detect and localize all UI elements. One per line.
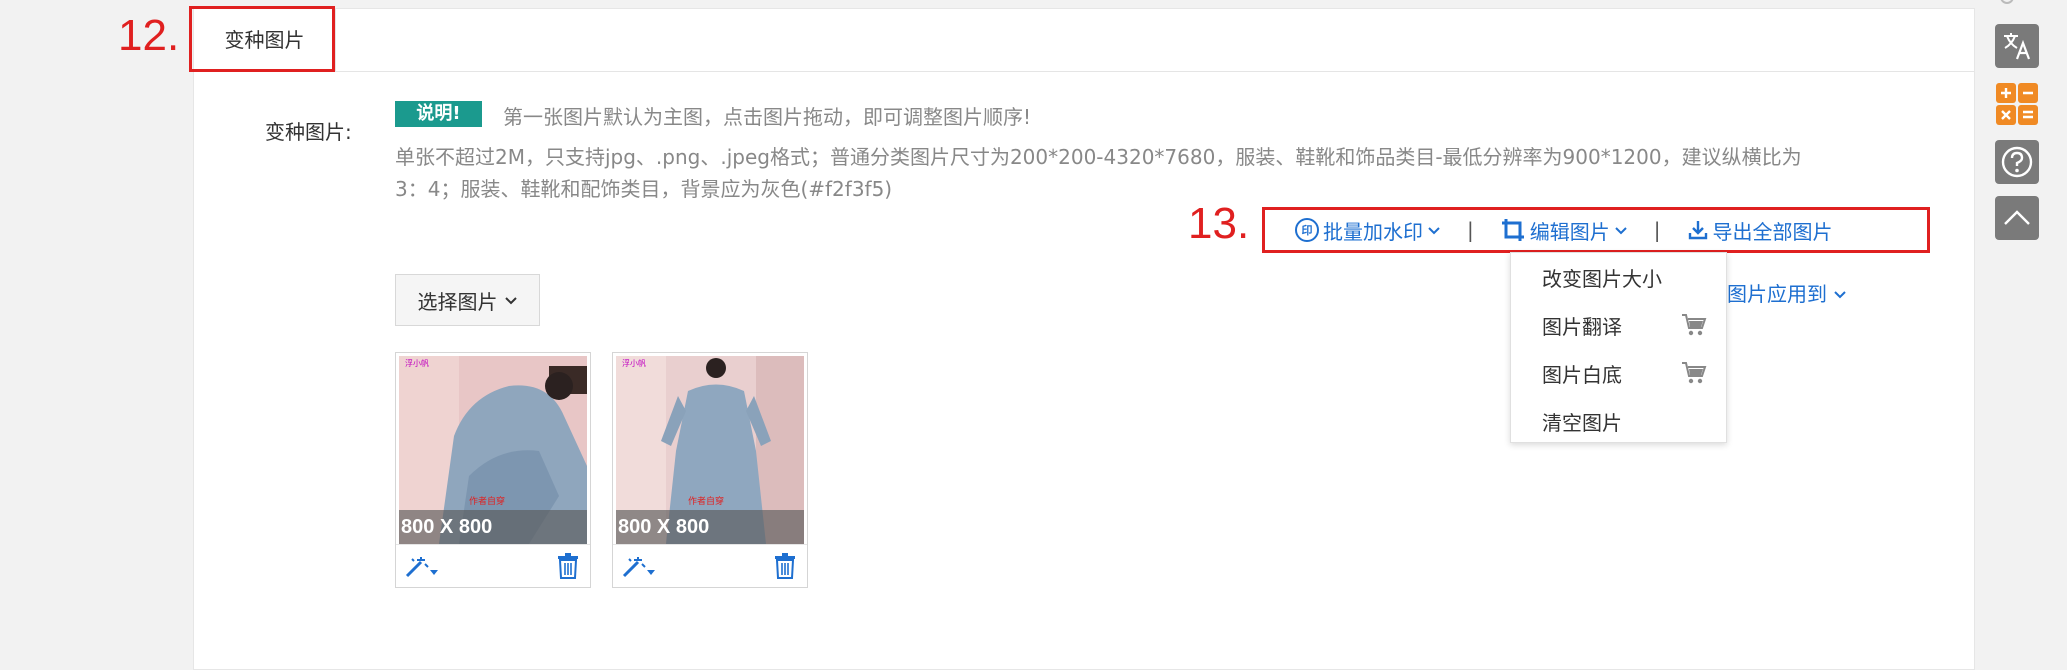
- image-thumbnail[interactable]: 浮小帆 作者自穿 800 X 800: [612, 352, 808, 588]
- sidebar-ring-icon: [2000, 0, 2014, 4]
- chevron-down-icon: [504, 297, 517, 305]
- note-main: 第一张图片默认为主图，点击图片拖动，即可调整图片顺序!: [503, 105, 1032, 129]
- download-icon: [1688, 221, 1707, 240]
- chevron-up-icon: [2004, 210, 2030, 225]
- note-requirements-line1: 单张不超过2M，只支持jpg、.png、.jpeg格式；普通分类图片尺寸为200…: [395, 145, 1802, 169]
- image-size-label: 800 X 800: [616, 510, 804, 544]
- svg-text:作者自穿: 作者自穿: [688, 495, 724, 507]
- section-tabbar: 变种图片: [194, 9, 1974, 72]
- export-all-images-button[interactable]: 导出全部图片: [1687, 216, 1833, 245]
- thumbnail-tools: [613, 544, 807, 589]
- crop-icon: [1501, 219, 1524, 241]
- batch-watermark-label: 批量加水印: [1323, 219, 1423, 244]
- menu-item-translate-image[interactable]: 图片翻译: [1542, 311, 1622, 340]
- chevron-down-icon: [1428, 227, 1440, 235]
- batch-watermark-button[interactable]: 印 批量加水印: [1295, 216, 1441, 245]
- thumbnail-tools: [396, 544, 590, 589]
- cart-icon: [1682, 362, 1707, 384]
- image-size-label: 800 X 800: [399, 510, 587, 544]
- menu-item-clear-images[interactable]: 清空图片: [1542, 407, 1622, 436]
- translate-icon: [2004, 33, 2031, 60]
- svg-text:作者自穿: 作者自穿: [469, 495, 505, 507]
- calculator-button[interactable]: [1995, 82, 2039, 126]
- magic-wand-icon[interactable]: [621, 555, 657, 579]
- select-images-label: 选择图片: [417, 289, 498, 314]
- note-requirements-line2: 3：4；服装、鞋靴和配饰类目，背景应为灰色(#f2f3f5): [395, 177, 893, 201]
- note-badge: 说明!: [395, 101, 482, 127]
- svg-text:浮小帆: 浮小帆: [405, 358, 429, 368]
- magic-wand-icon[interactable]: [404, 555, 440, 579]
- apply-images-to-label: 图片应用到: [1727, 282, 1827, 306]
- help-button[interactable]: [1995, 140, 2039, 184]
- menu-item-resize-image[interactable]: 改变图片大小: [1542, 263, 1662, 292]
- edit-image-label: 编辑图片: [1529, 219, 1610, 244]
- export-all-images-label: 导出全部图片: [1712, 219, 1833, 244]
- chevron-down-icon: [1615, 227, 1627, 235]
- translate-button[interactable]: [1995, 24, 2039, 68]
- menu-item-white-background[interactable]: 图片白底: [1542, 359, 1622, 388]
- annotation-box-12: [189, 6, 335, 72]
- annotation-13: 13.: [1188, 199, 1250, 248]
- toolbar-separator: |: [1467, 218, 1474, 242]
- edit-image-dropdown: 改变图片大小 图片翻译 图片白底 清空图片: [1510, 252, 1727, 443]
- chevron-down-icon: [1834, 291, 1847, 299]
- trash-icon[interactable]: [557, 553, 579, 579]
- watermark-icon: 印: [1295, 218, 1319, 242]
- annotation-12: 12.: [118, 11, 180, 60]
- scroll-to-top-button[interactable]: [1995, 196, 2039, 240]
- apply-images-to-button[interactable]: 图片应用到: [1727, 278, 1847, 307]
- image-thumbnail[interactable]: 浮小帆 作者自穿 800 X 800: [395, 352, 591, 588]
- select-images-button[interactable]: 选择图片: [395, 274, 540, 326]
- toolbar-separator: |: [1653, 218, 1661, 242]
- help-icon: [2001, 146, 2033, 178]
- trash-icon[interactable]: [774, 553, 796, 579]
- calculator-icon: [1996, 83, 2038, 125]
- image-toolbar: 印 批量加水印 | 编辑图片 | 导出全部图片: [1262, 207, 1930, 253]
- variant-images-label: 变种图片:: [265, 120, 352, 144]
- edit-image-button[interactable]: 编辑图片: [1500, 216, 1628, 245]
- cart-icon: [1682, 314, 1707, 336]
- svg-text:浮小帆: 浮小帆: [622, 358, 646, 368]
